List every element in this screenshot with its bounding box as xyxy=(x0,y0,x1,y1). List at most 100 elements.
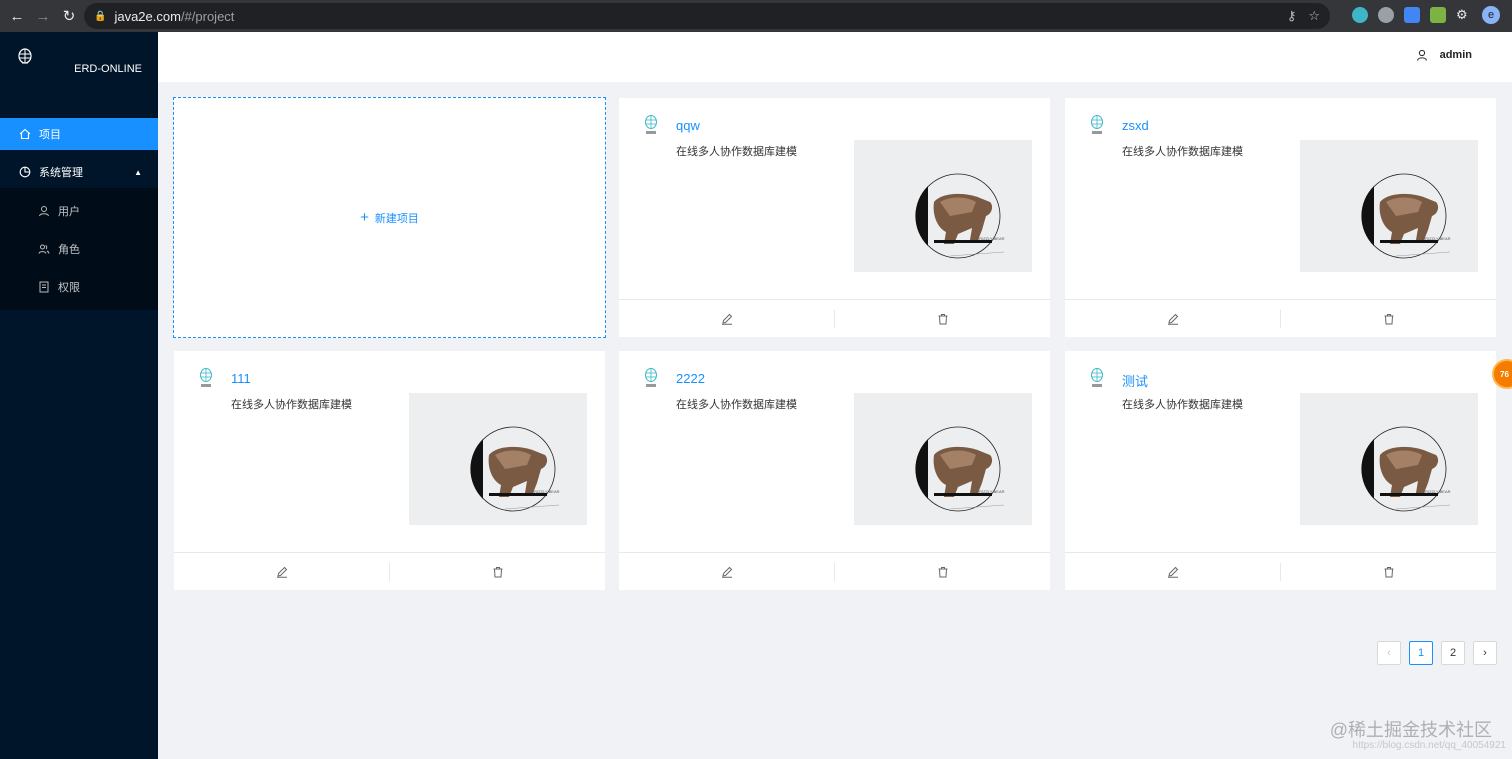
page-1-button[interactable]: 1 xyxy=(1409,641,1433,665)
extension-react-icon[interactable] xyxy=(1352,7,1368,23)
user-icon xyxy=(39,206,49,217)
card-actions xyxy=(1065,552,1496,590)
delete-icon xyxy=(1384,313,1393,324)
edit-button[interactable] xyxy=(174,563,389,581)
project-title[interactable]: 测试 xyxy=(1122,371,1148,390)
new-project-card[interactable]: + 新建项目 xyxy=(173,97,606,338)
forward-arrow-icon[interactable]: → xyxy=(32,5,54,27)
erd-logo-icon xyxy=(1091,368,1103,387)
home-icon xyxy=(19,128,31,140)
project-card[interactable]: zsxd 在线多人协作数据库建模 GRIZZLY BEAR xyxy=(1065,98,1496,337)
project-cover-image: GRIZZLY BEAR xyxy=(854,140,1032,272)
project-cover-image: GRIZZLY BEAR xyxy=(409,393,587,525)
project-cover-image: GRIZZLY BEAR xyxy=(1300,393,1478,525)
grizzly-bear-illustration: GRIZZLY BEAR xyxy=(1361,173,1451,259)
delete-icon xyxy=(493,566,502,577)
delete-icon xyxy=(938,566,947,577)
system-submenu: 用户 角色 权限 xyxy=(0,188,158,310)
sidebar: ERD-ONLINE 项目 系统管理 ▲ 用户 角色 权限 xyxy=(0,32,158,759)
erd-logo-icon xyxy=(1091,115,1103,134)
project-title[interactable]: zsxd xyxy=(1122,118,1149,133)
top-header: admin xyxy=(158,32,1512,82)
lock-icon: 🔒 xyxy=(94,10,107,22)
bookmark-star-icon[interactable]: ☆ xyxy=(1308,8,1320,24)
image-caption: GRIZZLY BEAR xyxy=(1422,236,1451,241)
edit-button[interactable] xyxy=(619,563,834,581)
edit-icon xyxy=(721,566,732,578)
prev-page-button[interactable]: ‹ xyxy=(1377,641,1401,665)
erd-logo-icon xyxy=(645,368,657,387)
delete-button[interactable] xyxy=(834,562,1050,581)
sidebar-item-label: 角色 xyxy=(58,244,80,256)
sidebar-item-permissions[interactable]: 权限 xyxy=(0,268,158,306)
sidebar-item-users[interactable]: 用户 xyxy=(0,192,158,230)
project-card[interactable]: 111 在线多人协作数据库建模 GRIZZLY BEAR xyxy=(174,351,605,590)
pagination: ‹ 1 2 › xyxy=(1377,641,1497,665)
delete-button[interactable] xyxy=(834,309,1050,328)
project-title[interactable]: 2222 xyxy=(676,371,705,386)
project-card[interactable]: 2222 在线多人协作数据库建模 GRIZZLY BEAR xyxy=(619,351,1050,590)
card-actions xyxy=(1065,299,1496,337)
sidebar-item-label: 权限 xyxy=(58,282,80,294)
profile-avatar[interactable]: e xyxy=(1482,6,1500,24)
image-caption: GRIZZLY BEAR xyxy=(976,236,1005,241)
logo-icon xyxy=(18,48,32,64)
project-description: 在线多人协作数据库建模 xyxy=(676,146,797,158)
project-description: 在线多人协作数据库建模 xyxy=(1122,399,1243,411)
edit-button[interactable] xyxy=(1065,563,1280,581)
erd-logo-icon xyxy=(200,368,212,387)
card-actions xyxy=(174,552,605,590)
project-description: 在线多人协作数据库建模 xyxy=(676,399,797,411)
back-arrow-icon[interactable]: ← xyxy=(6,5,28,27)
page-2-button[interactable]: 2 xyxy=(1441,641,1465,665)
sidebar-item-system-management[interactable]: 系统管理 ▲ xyxy=(0,156,158,188)
grizzly-bear-illustration: GRIZZLY BEAR xyxy=(915,426,1005,512)
sidebar-item-label: 系统管理 xyxy=(39,167,83,179)
file-icon xyxy=(39,281,49,293)
project-cover-image: GRIZZLY BEAR xyxy=(1300,140,1478,272)
plus-icon: + xyxy=(360,209,369,226)
extension-dropper-icon[interactable] xyxy=(1430,7,1446,23)
project-card[interactable]: 测试 在线多人协作数据库建模 GRIZZLY BEAR xyxy=(1065,351,1496,590)
project-title[interactable]: qqw xyxy=(676,118,700,133)
new-project-label: 新建项目 xyxy=(374,212,419,225)
card-actions xyxy=(619,299,1050,337)
username: admin xyxy=(1439,49,1472,61)
project-description: 在线多人协作数据库建模 xyxy=(231,399,352,411)
address-bar[interactable]: 🔒 java2e.com/#/project ⚷ ☆ xyxy=(84,3,1330,29)
extensions-puzzle-icon[interactable]: ⚙ xyxy=(1456,7,1472,23)
delete-button[interactable] xyxy=(1280,309,1496,328)
erd-logo-icon xyxy=(645,115,657,134)
app-name: ERD-ONLINE xyxy=(74,63,142,75)
edit-icon xyxy=(1167,566,1178,578)
reload-icon[interactable]: ↻ xyxy=(58,5,80,27)
delete-icon xyxy=(1384,566,1393,577)
grizzly-bear-illustration: GRIZZLY BEAR xyxy=(1361,426,1451,512)
next-page-button[interactable]: › xyxy=(1473,641,1497,665)
watermark-url: https://blog.csdn.net/qq_40054921 xyxy=(1352,740,1506,751)
project-card[interactable]: qqw 在线多人协作数据库建模 GRIZZLY BEAR xyxy=(619,98,1050,337)
extension-globe-icon[interactable] xyxy=(1378,7,1394,23)
edit-button[interactable] xyxy=(1065,310,1280,328)
team-icon xyxy=(38,244,50,254)
sidebar-item-label: 项目 xyxy=(39,129,61,141)
edit-button[interactable] xyxy=(619,310,834,328)
url-host: java2e.com xyxy=(114,8,181,24)
sidebar-item-projects[interactable]: 项目 xyxy=(0,118,158,150)
extension-photo-icon[interactable] xyxy=(1404,7,1420,23)
user-menu[interactable]: admin xyxy=(1416,49,1472,61)
delete-button[interactable] xyxy=(389,562,605,581)
image-caption: GRIZZLY BEAR xyxy=(1422,489,1451,494)
key-icon[interactable]: ⚷ xyxy=(1287,8,1297,24)
project-title[interactable]: 111 xyxy=(231,371,251,386)
browser-toolbar: ← → ↻ 🔒 java2e.com/#/project ⚷ ☆ ⚙ e xyxy=(0,0,1512,32)
project-cover-image: GRIZZLY BEAR xyxy=(854,393,1032,525)
delete-button[interactable] xyxy=(1280,562,1496,581)
edit-icon xyxy=(276,566,287,578)
project-description: 在线多人协作数据库建模 xyxy=(1122,146,1243,158)
card-actions xyxy=(619,552,1050,590)
grizzly-bear-illustration: GRIZZLY BEAR xyxy=(470,426,560,512)
edit-icon xyxy=(721,313,732,325)
edit-icon xyxy=(1167,313,1178,325)
sidebar-item-roles[interactable]: 角色 xyxy=(0,230,158,268)
